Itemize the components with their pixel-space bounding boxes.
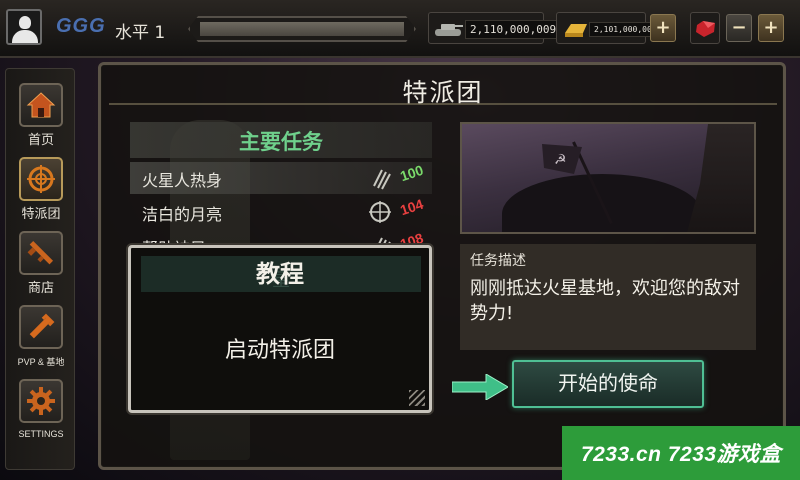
mission-name: 洁白的月亮 — [142, 205, 223, 224]
tank-icon — [435, 24, 463, 36]
gear-icon — [27, 387, 55, 415]
top-bar: GGG 水平 1 2,110,000,009 2,101,000,000 + −… — [0, 0, 800, 58]
start-mission-button[interactable]: 开始的使命 — [512, 360, 704, 408]
wrench-icon — [29, 313, 55, 339]
sidebar-item-home[interactable]: 首页 — [12, 83, 70, 151]
sidebar-item-label: SETTINGS — [18, 429, 64, 439]
player-name: GGG — [56, 15, 106, 37]
avatar[interactable] — [6, 9, 42, 45]
mission-row[interactable]: 洁白的月亮 104 — [130, 196, 432, 228]
tutorial-dialog[interactable]: 星 教程 启动特派团 — [128, 245, 432, 413]
mission-list-header: 主要任务 — [239, 130, 323, 154]
add-gold-button[interactable]: + — [650, 14, 676, 42]
mission-level: 104 — [398, 195, 426, 219]
silver-amount: 2,110,000,009 — [465, 20, 562, 39]
description-label: 任务描述 — [470, 253, 526, 269]
tutorial-title: 教程 — [256, 260, 304, 288]
tutorial-message: 启动特派团 — [224, 338, 335, 363]
mission-level: 100 — [398, 161, 426, 185]
experience-bar — [188, 16, 416, 42]
sidebar-item-pvp-base[interactable]: PVP & 基地 — [12, 305, 70, 373]
minus-button[interactable]: − — [726, 14, 752, 42]
mission-name: 火星人热身 — [142, 171, 223, 190]
watermark-text: 7233.cn 7233游戏盒 — [580, 443, 782, 466]
mission-preview-image: ☭ — [460, 122, 756, 234]
panel-title-bar: 特派团 — [109, 69, 777, 107]
silver-resource: 2,110,000,009 — [428, 12, 562, 44]
sidebar: 首页 特派团 商店 PVP & 基地 SETTINGS — [5, 68, 75, 470]
heart-crystal-icon — [696, 21, 715, 37]
claw-marks-icon — [373, 169, 391, 190]
mission-description: 任务描述 刚刚抵达火星基地，欢迎您的敌对势力! — [460, 244, 756, 350]
hammer-sickle-icon: ☭ — [554, 152, 567, 168]
add-energy-button[interactable]: + — [758, 14, 784, 42]
home-icon — [26, 92, 56, 118]
sidebar-item-label: 首页 — [27, 133, 54, 148]
gold-bar-icon — [565, 24, 587, 37]
mission-row[interactable]: 火星人热身 100 — [130, 162, 432, 194]
sidebar-item-missions[interactable]: 特派团 — [12, 157, 70, 225]
rifle-icon — [27, 240, 54, 265]
energy-resource — [690, 12, 720, 44]
sidebar-item-label: 商店 — [27, 281, 54, 296]
page-title: 特派团 — [402, 78, 484, 107]
sidebar-item-shop[interactable]: 商店 — [12, 231, 70, 299]
description-text: 刚刚抵达火星基地，欢迎您的敌对势力! — [470, 278, 740, 324]
watermark: 7233.cn 7233游戏盒 — [562, 426, 800, 480]
resize-handle — [409, 390, 425, 406]
player-level: 水平 1 — [115, 23, 166, 43]
crosshair-icon — [27, 165, 55, 193]
arrow-right-icon — [452, 374, 508, 400]
gold-resource: 2,101,000,000 — [556, 12, 662, 44]
crosshair-icon — [369, 201, 391, 223]
sidebar-item-label: PVP & 基地 — [17, 357, 65, 367]
sidebar-item-settings[interactable]: SETTINGS — [12, 379, 70, 447]
sidebar-item-label: 特派团 — [21, 207, 61, 222]
